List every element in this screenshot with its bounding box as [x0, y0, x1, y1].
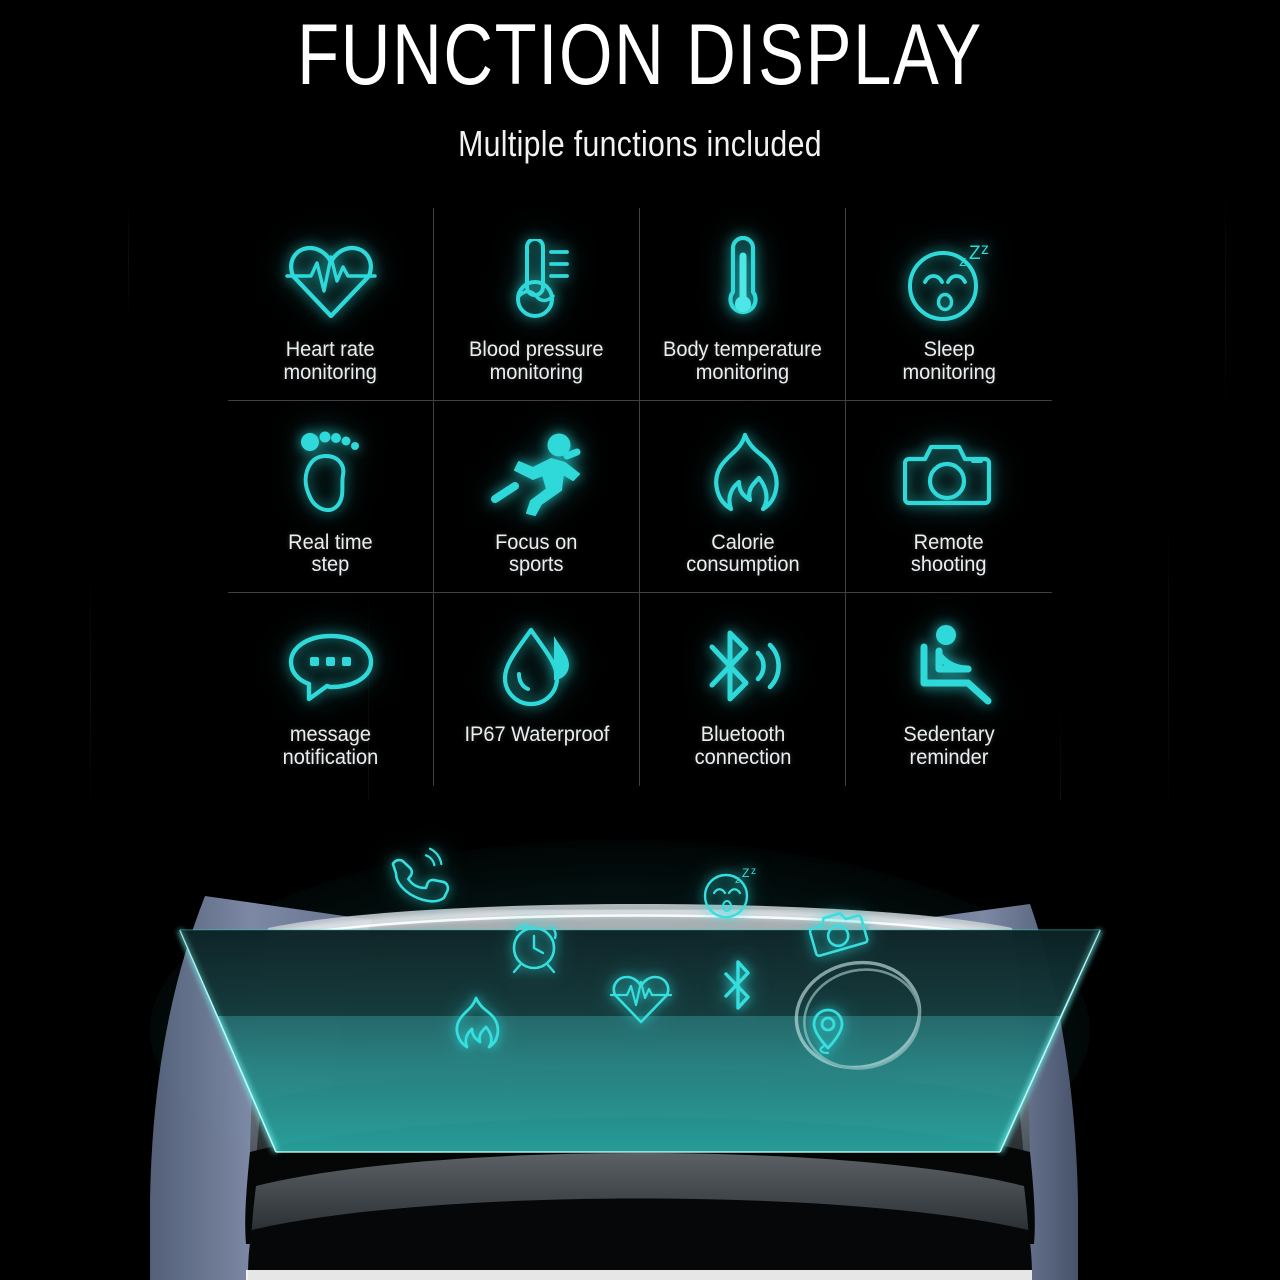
- footprint-icon: [298, 423, 364, 527]
- feature-cell-focus-on-sports[interactable]: Focus on sports: [434, 400, 640, 594]
- feature-cell-body-temperature[interactable]: Body temperature monitoring: [640, 208, 846, 401]
- svg-text:Z: Z: [969, 243, 981, 264]
- bluetooth-icon: [700, 615, 786, 719]
- svg-text:Z: Z: [742, 866, 749, 880]
- header: FUNCTION DISPLAY Multiple functions incl…: [0, 7, 1280, 165]
- feature-cell-heart-rate[interactable]: Heart rate monitoring: [228, 208, 434, 401]
- body-temperature-icon: [713, 230, 773, 334]
- feature-label: Remote shooting: [911, 529, 987, 577]
- feature-label: Real time step: [288, 529, 373, 577]
- message-bubble-icon: [286, 615, 376, 719]
- feature-label: IP67 Waterproof: [464, 722, 609, 747]
- feature-cell-remote-shooting[interactable]: Remote shooting: [846, 401, 1052, 594]
- feature-cell-bluetooth[interactable]: Bluetooth connection: [640, 593, 846, 786]
- page-subtitle: Multiple functions included: [458, 122, 822, 164]
- feature-grid: Heart rate monitoring Blood pressure mon…: [228, 208, 1052, 786]
- feature-label: Heart rate monitoring: [283, 337, 378, 384]
- blood-pressure-icon: [501, 230, 573, 334]
- flame-icon: [707, 423, 779, 527]
- feature-cell-sleep[interactable]: z Z z Sleep monitoring: [846, 208, 1052, 401]
- feature-cell-real-time-step[interactable]: Real time step: [228, 400, 434, 594]
- svg-text:z: z: [735, 875, 740, 886]
- feature-label: Sedentary reminder: [903, 722, 995, 770]
- feature-label: Body temperature monitoring: [663, 337, 822, 384]
- background-streak: [90, 560, 91, 820]
- svg-text:z: z: [981, 241, 989, 258]
- heart-rate-icon: [284, 230, 377, 334]
- svg-text:z: z: [751, 866, 756, 877]
- background-streak: [1225, 180, 1226, 420]
- background-streak: [128, 200, 129, 320]
- feature-cell-message-notification[interactable]: message notification: [228, 593, 434, 786]
- feature-label: Bluetooth connection: [694, 722, 791, 770]
- feature-cell-sedentary-reminder[interactable]: Sedentary reminder: [846, 593, 1052, 786]
- device-scene: z Z z: [0, 800, 1280, 1280]
- feature-cell-blood-pressure[interactable]: Blood pressure monitoring: [434, 208, 640, 401]
- sedentary-person-icon: [906, 615, 992, 719]
- feature-label: Sleep monitoring: [902, 337, 996, 384]
- sleep-face-icon: z Z z: [903, 230, 995, 334]
- water-drop-icon: [497, 615, 577, 719]
- feature-label: Blood pressure monitoring: [469, 337, 604, 384]
- background-streak: [1168, 520, 1169, 820]
- product-feature-poster: FUNCTION DISPLAY Multiple functions incl…: [0, 0, 1280, 1280]
- feature-label: Focus on sports: [495, 529, 578, 577]
- screen-protector-panel: [178, 929, 1102, 1154]
- running-person-icon: [489, 423, 585, 527]
- feature-label: Calorie consumption: [685, 529, 800, 577]
- feature-label: message notification: [282, 722, 379, 770]
- page-title: FUNCTION DISPLAY: [297, 7, 983, 103]
- svg-text:z: z: [959, 253, 967, 270]
- feature-cell-calorie[interactable]: Calorie consumption: [640, 400, 846, 594]
- camera-icon: [903, 423, 995, 527]
- feature-cell-waterproof[interactable]: IP67 Waterproof: [434, 593, 640, 786]
